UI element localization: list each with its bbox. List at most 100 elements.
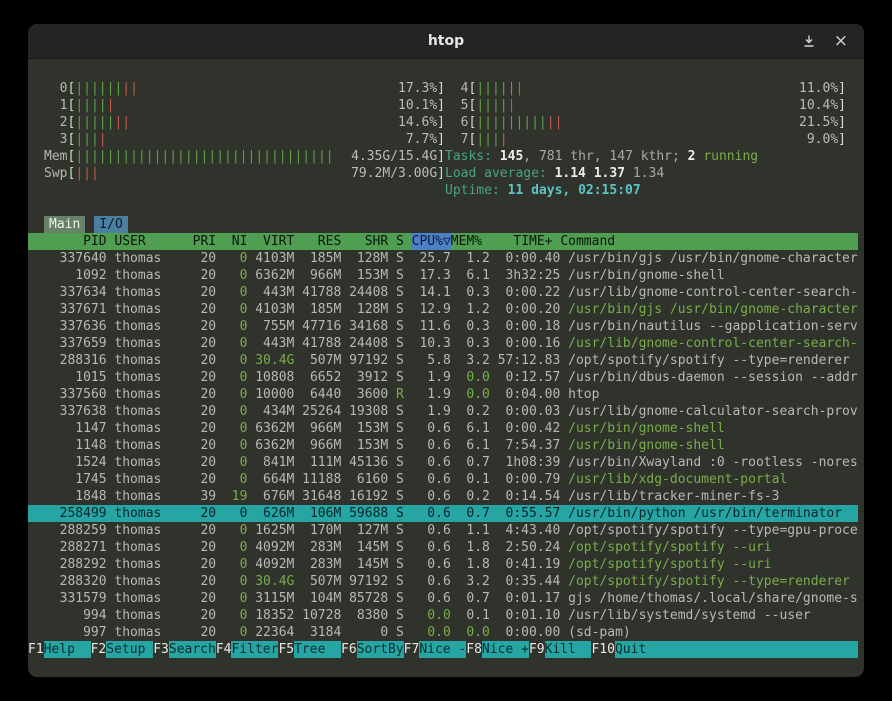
cell-user: thomas (114, 420, 184, 437)
cell-command: htop (568, 386, 858, 403)
process-row[interactable]: 258499thomas200626M106M59688S0.60.70:55.… (28, 505, 858, 522)
fkey-tree[interactable]: F5Tree (278, 641, 341, 658)
column-header-virt[interactable]: VIRT (255, 233, 294, 250)
process-row[interactable]: 337659thomas200443M4178824408S10.30.30:0… (28, 335, 858, 352)
fkey-label: Help (44, 641, 91, 658)
cell-pid: 337634 (60, 284, 107, 301)
tab-main[interactable]: Main (44, 216, 85, 233)
cell-command: /opt/spotify/spotify --type=renderer (568, 573, 858, 590)
cell-shr: 153M (349, 267, 388, 284)
column-header-pid[interactable]: PID (60, 233, 107, 250)
fkey-nice-[interactable]: F8Nice + (466, 641, 529, 658)
process-row[interactable]: 997thomas2002236431840S0.00.00:00.00(sd-… (28, 624, 858, 641)
cell-pri: 20 (193, 624, 216, 641)
column-header-ni[interactable]: NI (224, 233, 247, 250)
fkey-kill[interactable]: F9Kill (529, 641, 592, 658)
close-icon[interactable]: × (834, 33, 848, 50)
process-row[interactable]: 288259thomas2001625M170M127MS0.61.14:43.… (28, 522, 858, 539)
process-row[interactable]: 1524thomas200841M111M45136S0.60.71h08:39… (28, 454, 858, 471)
meter-bar: |||||10.4% (476, 97, 838, 114)
cell-s: S (396, 607, 404, 624)
process-row[interactable]: 337634thomas200443M4178824408S14.10.30:0… (28, 284, 858, 301)
meter-value: 4.35G/15.4G (351, 148, 437, 165)
column-header-mem[interactable]: MEM% (451, 233, 482, 250)
process-row[interactable]: 1092thomas2006362M966M153MS17.36.13h32:2… (28, 267, 858, 284)
meter-bars: ||||| (75, 114, 114, 131)
process-row[interactable]: 288320thomas20030.4G507M97192S0.63.20:35… (28, 573, 858, 590)
cell-pid: 1745 (60, 471, 107, 488)
cell-s: S (396, 369, 404, 386)
cell-cpu: 0.6 (412, 454, 451, 471)
tasks-summary: Tasks: 145, 781 thr, 147 kthr; 2 running (445, 148, 846, 165)
fkey-setup[interactable]: F2Setup (91, 641, 154, 658)
fkey-filter[interactable]: F4Filter (216, 641, 279, 658)
process-row[interactable]: 337640thomas2004103M185M128MS25.71.20:00… (28, 250, 858, 267)
process-row[interactable]: 288271thomas2004092M283M145MS0.61.82:50.… (28, 539, 858, 556)
column-header-user[interactable]: USER (114, 233, 184, 250)
cell-cpu: 0.6 (412, 539, 451, 556)
cell-mem: 0.7 (459, 505, 490, 522)
process-row[interactable]: 1015thomas2001080866523912S1.90.00:12.57… (28, 369, 858, 386)
cell-res: 106M (302, 505, 341, 522)
cell-res: 6652 (302, 369, 341, 386)
column-header-command[interactable]: Command (560, 233, 858, 250)
download-icon[interactable] (802, 34, 816, 48)
cell-user: thomas (114, 352, 184, 369)
column-header-shr[interactable]: SHR (349, 233, 388, 250)
process-row[interactable]: 288316thomas20030.4G507M97192S5.83.257:1… (28, 352, 858, 369)
meter-bar: ||||||11.0% (476, 80, 838, 97)
process-row[interactable]: 994thomas20018352107288380S0.00.10:01.10… (28, 607, 858, 624)
cpu-meter-1: 1[|||||10.1%] (44, 97, 445, 114)
process-row[interactable]: 337560thomas2001000064403600R1.90.00:04.… (28, 386, 858, 403)
cell-pid: 337638 (60, 403, 107, 420)
cell-virt: 30.4G (255, 573, 294, 590)
cell-user: thomas (114, 386, 184, 403)
meter-bar: |||||||||||21.5% (476, 114, 838, 131)
process-row[interactable]: 1848thomas3919676M3164816192S0.60.20:14.… (28, 488, 858, 505)
process-row[interactable]: 1147thomas2006362M966M153MS0.66.10:00.42… (28, 420, 858, 437)
fkey-nice-[interactable]: F7Nice - (404, 641, 467, 658)
column-header-time[interactable]: TIME+ (490, 233, 553, 250)
cell-user: thomas (114, 556, 184, 573)
cell-res: 3184 (302, 624, 341, 641)
cell-pri: 20 (193, 352, 216, 369)
fkey-sortby[interactable]: F6SortBy (341, 641, 404, 658)
cell-user: thomas (114, 335, 184, 352)
fkey-label: Nice + (482, 641, 529, 658)
cell-shr: 145M (349, 539, 388, 556)
process-row[interactable]: 288292thomas2004092M283M145MS0.61.80:41.… (28, 556, 858, 573)
cell-s: S (396, 454, 404, 471)
cell-user: thomas (114, 471, 184, 488)
process-row[interactable]: 1148thomas2006362M966M153MS0.66.17:54.37… (28, 437, 858, 454)
cell-command: gjs /home/thomas/.local/share/gnome-s (568, 590, 858, 607)
fkey-quit[interactable]: F10Quit (591, 641, 661, 658)
tab-io[interactable]: I/O (94, 216, 127, 233)
process-row[interactable]: 337636thomas200755M4771634168S11.60.30:0… (28, 318, 858, 335)
process-row[interactable]: 337671thomas2004103M185M128MS12.91.20:00… (28, 301, 858, 318)
fkey-help[interactable]: F1Help (28, 641, 91, 658)
cell-pid: 288316 (60, 352, 107, 369)
meter-label: 1 (44, 97, 67, 114)
titlebar[interactable]: htop × (28, 24, 864, 59)
meter-area: 0[||||||||17.3%] 1[|||||10.1%] 2[|||||||… (28, 80, 864, 199)
cell-time: 0:35.44 (498, 573, 561, 590)
column-header-pri[interactable]: PRI (193, 233, 216, 250)
cell-shr: 128M (349, 301, 388, 318)
column-header-res[interactable]: RES (302, 233, 341, 250)
fkey-search[interactable]: F3Search (153, 641, 216, 658)
cell-pid: 337659 (60, 335, 107, 352)
meter-value: 21.5% (799, 114, 838, 131)
column-header-cpu[interactable]: CPU%▽ (412, 233, 451, 250)
cell-command: /usr/bin/Xwayland :0 -rootless -nores (568, 454, 858, 471)
process-row[interactable]: 337638thomas200434M2526419308S1.90.20:00… (28, 403, 858, 420)
desktop-background: htop × 0[||||||||17.3%] 1[|||||10.1%] 2[… (0, 0, 892, 701)
cell-pri: 20 (193, 301, 216, 318)
cell-pri: 20 (193, 284, 216, 301)
cell-shr: 59688 (349, 505, 388, 522)
process-row[interactable]: 331579thomas2003115M104M85728S0.60.70:01… (28, 590, 858, 607)
process-row[interactable]: 1745thomas200664M111886160S0.60.10:00.79… (28, 471, 858, 488)
window-title: htop (428, 33, 464, 49)
cell-mem: 0.3 (459, 318, 490, 335)
meter-bars: |||||| (75, 80, 122, 97)
column-header-s[interactable]: S (396, 233, 404, 250)
